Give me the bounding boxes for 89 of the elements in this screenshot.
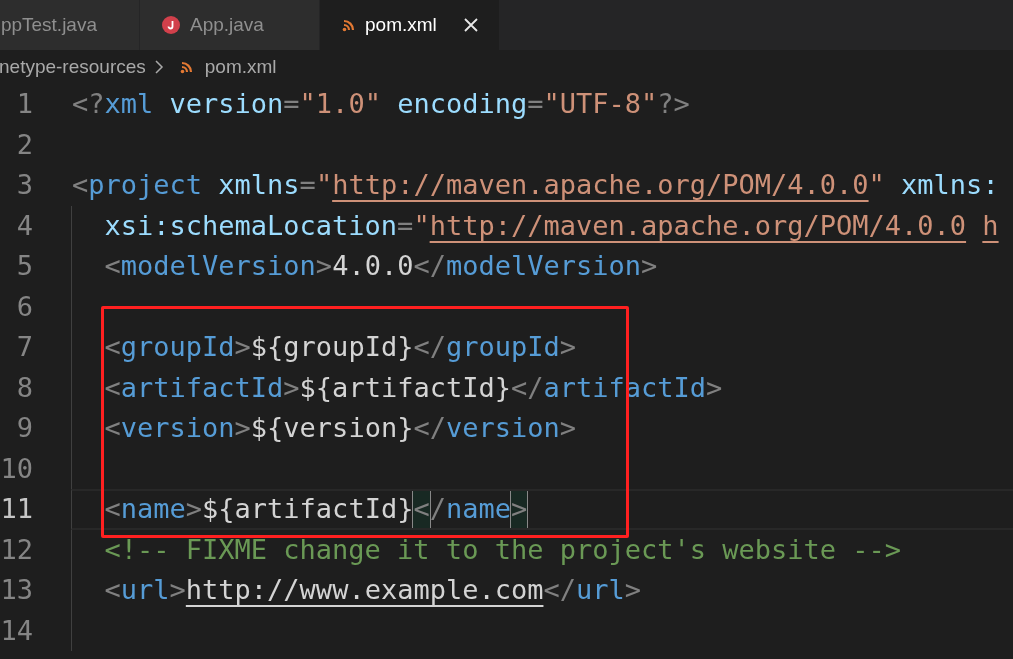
line-number: 7 xyxy=(15,330,33,364)
line-number: 9 xyxy=(15,411,33,445)
code-link[interactable]: http://maven.apache.org/POM/4.0.0 xyxy=(332,165,869,206)
code-token: > xyxy=(706,370,723,405)
java-file-icon xyxy=(162,16,180,34)
line-number: 13 xyxy=(0,573,33,607)
breadcrumb-item[interactable]: netype-resources xyxy=(0,52,146,82)
code-link[interactable]: http://maven.apache.org/POM/4.0.0 xyxy=(429,205,967,246)
code-token: = xyxy=(397,208,414,243)
close-icon[interactable] xyxy=(462,17,479,33)
code-token: name xyxy=(445,492,511,526)
code-link[interactable]: h xyxy=(982,205,999,246)
editor-tab[interactable]: App.java xyxy=(140,0,320,50)
line-number: 14 xyxy=(0,613,33,648)
line-number: 6 xyxy=(15,289,33,324)
code-token: </ xyxy=(413,249,446,283)
editor-tab[interactable]: ppTest.java xyxy=(0,0,140,50)
line-number: 11 xyxy=(0,492,33,526)
code-token: > xyxy=(315,249,333,283)
rss-icon xyxy=(179,60,193,74)
editor-tab[interactable]: pom.xml xyxy=(320,0,500,50)
code-token: xmlns: xyxy=(900,168,999,202)
code-token: > xyxy=(641,249,658,283)
code-token: > xyxy=(234,330,251,364)
code-token: = xyxy=(299,168,316,202)
code-token: > xyxy=(234,411,251,445)
code-token: > xyxy=(283,370,300,405)
code-token: groupId xyxy=(445,330,560,364)
line-number: 1 xyxy=(15,87,33,121)
code-token: project xyxy=(88,168,203,202)
code-token: </ xyxy=(413,411,446,445)
code-token: > xyxy=(185,492,203,526)
code-token: artifactId xyxy=(120,370,284,405)
code-token: > xyxy=(624,573,641,607)
code-token: ${artifactId} xyxy=(202,492,414,526)
code-token: modelVersion xyxy=(445,249,641,283)
code-token: < xyxy=(103,573,121,607)
code-token: modelVersion xyxy=(120,249,316,283)
code-token: <? xyxy=(72,87,105,121)
code-token: groupId xyxy=(120,330,235,364)
code-token: xsi:schemaLocation xyxy=(103,208,398,243)
chevron-icon xyxy=(153,59,164,75)
code-token: </ xyxy=(413,330,446,364)
code-token: < xyxy=(103,249,121,283)
code-token: "1.0" xyxy=(299,87,381,121)
code-token: ${version} xyxy=(250,411,414,445)
code-token: ${groupId} xyxy=(250,330,414,364)
code-token: = xyxy=(283,87,300,121)
line-number: 12 xyxy=(0,532,33,567)
code-token: < xyxy=(103,492,121,526)
code-token: = xyxy=(527,87,544,121)
code-token: " xyxy=(413,208,430,243)
line-number: 5 xyxy=(15,249,33,283)
code-token: < xyxy=(72,168,89,202)
line-number: 4 xyxy=(15,208,33,243)
code-token: ${artifactId} xyxy=(299,370,511,405)
line-number: 2 xyxy=(15,127,33,162)
code-token: > xyxy=(559,330,576,364)
code-token: " xyxy=(868,168,885,202)
code-token: </ xyxy=(510,370,544,405)
code-token: name xyxy=(120,492,186,526)
code-token: / xyxy=(429,492,446,526)
line-number: 8 xyxy=(15,370,33,405)
line-number: 10 xyxy=(0,451,33,486)
code-token: > xyxy=(510,491,528,528)
code-token: url xyxy=(120,573,170,607)
code-comment: <!-- FIXME change it to the project's website --> xyxy=(103,532,902,567)
breadcrumb-item[interactable]: pom.xml xyxy=(204,52,277,82)
code-token: </ xyxy=(543,573,576,607)
code-token: version xyxy=(120,411,235,445)
code-token: ?> xyxy=(657,87,690,121)
code-token: > xyxy=(169,573,186,607)
code-link[interactable]: http://www.example.com xyxy=(185,570,544,611)
code-token: xml xyxy=(104,87,154,121)
line-number: 3 xyxy=(15,168,33,202)
code-token: < xyxy=(103,370,121,405)
code-token: "UTF-8" xyxy=(543,87,658,121)
code-token: version xyxy=(168,87,284,121)
rss-icon xyxy=(342,18,355,32)
code-token: " xyxy=(315,168,333,202)
code-token: encoding xyxy=(396,87,528,121)
code-token: xmlns xyxy=(217,168,300,202)
code-token: url xyxy=(575,573,625,607)
code-token: < xyxy=(103,411,121,445)
code-token: < xyxy=(103,330,121,364)
code-token: 4.0.0 xyxy=(332,249,414,283)
code-token: > xyxy=(559,411,576,445)
code-token: < xyxy=(413,491,430,528)
code-token: version xyxy=(445,411,560,445)
